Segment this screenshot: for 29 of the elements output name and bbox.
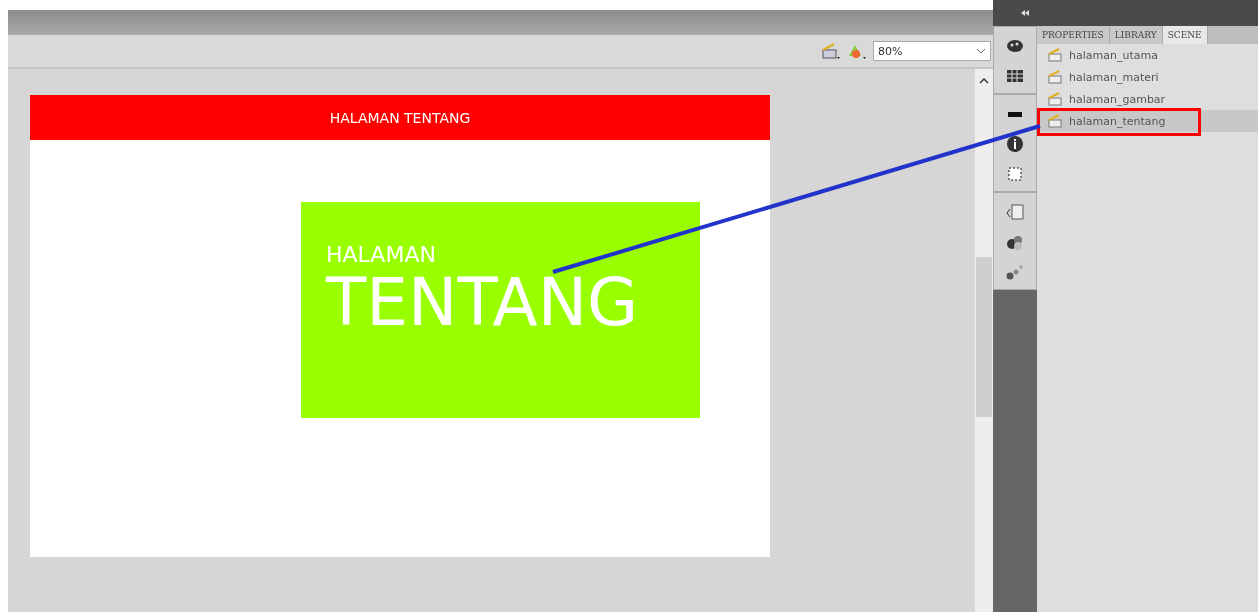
scene-item[interactable]: halaman_utama	[1037, 44, 1258, 66]
scene-name: halaman_gambar	[1069, 92, 1166, 106]
vertical-scrollbar[interactable]	[975, 69, 993, 612]
components-icon[interactable]	[1005, 233, 1025, 251]
clapperboard-icon	[1047, 92, 1063, 106]
palette-icon[interactable]	[1005, 37, 1025, 55]
chevron-up-icon[interactable]	[979, 77, 989, 85]
scene-name: halaman_utama	[1069, 48, 1158, 62]
clapperboard-icon	[1047, 70, 1063, 84]
chevron-down-icon[interactable]	[976, 48, 986, 54]
clapperboard-icon	[1047, 48, 1063, 62]
card-subtitle: HALAMAN	[326, 242, 436, 267]
panel-tab[interactable]: SCENE	[1162, 26, 1208, 44]
clapperboard-icon	[1047, 114, 1063, 128]
zoom-dropdown[interactable]: 80%	[873, 41, 991, 61]
scene-item[interactable]: halaman_gambar	[1037, 88, 1258, 110]
scene-name: halaman_materi	[1069, 70, 1159, 84]
code-icon[interactable]	[1005, 203, 1025, 221]
motion-icon[interactable]	[1005, 263, 1025, 281]
info-icon[interactable]	[1005, 135, 1025, 153]
stage-header: HALAMAN TENTANG	[30, 95, 770, 140]
collapse-icon[interactable]	[1021, 10, 1029, 16]
scrollbar-thumb[interactable]	[976, 257, 992, 417]
scene-item[interactable]: halaman_materi	[1037, 66, 1258, 88]
grid-icon[interactable]	[1005, 67, 1025, 85]
panel-tab[interactable]: LIBRARY	[1109, 26, 1163, 44]
card-title: TENTANG	[326, 267, 639, 340]
scene-name: halaman_tentang	[1069, 114, 1166, 128]
panel-tab[interactable]: PROPERTIES	[1037, 26, 1110, 44]
